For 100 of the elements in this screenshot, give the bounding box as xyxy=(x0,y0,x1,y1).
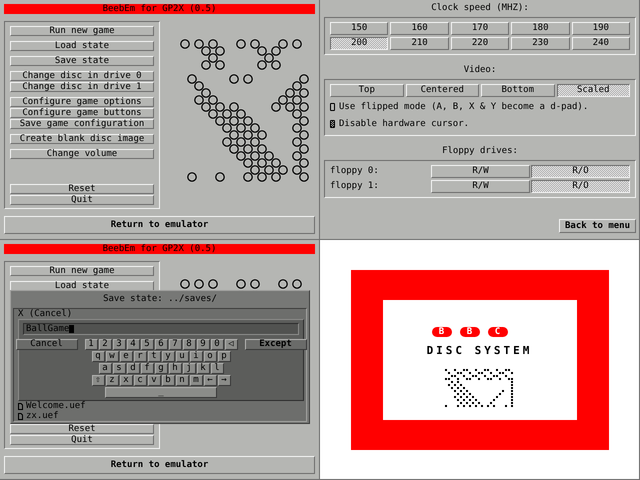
keyboard-key[interactable]: ⇧ xyxy=(92,375,104,386)
keyboard-key[interactable]: 5 xyxy=(140,339,154,350)
floppy-label: floppy 1: xyxy=(330,180,380,193)
accept-key[interactable]: Except xyxy=(244,339,306,350)
keyboard-key[interactable]: y xyxy=(162,351,174,362)
return-button[interactable]: Return to emulator xyxy=(4,216,315,234)
keyboard-key[interactable]: p xyxy=(218,351,230,362)
keyboard-key[interactable]: w xyxy=(106,351,118,362)
menu-button[interactable]: Load state xyxy=(10,281,154,291)
section-heading: Floppy drives: xyxy=(441,145,519,157)
keyboard-key[interactable]: s xyxy=(112,363,126,374)
clock-speed-option[interactable]: 220 xyxy=(450,37,510,50)
logo-letter: B xyxy=(460,326,480,336)
checkbox[interactable] xyxy=(330,102,335,110)
clock-speed-option[interactable]: 190 xyxy=(572,22,630,35)
floppy-mode-option[interactable]: R/O xyxy=(531,165,630,178)
checkbox-label: Use flipped mode (A, B, X & Y become a d-pad). xyxy=(339,102,588,112)
clock-speed-option[interactable]: 150 xyxy=(330,22,388,35)
floppy-mode-option[interactable]: R/W xyxy=(431,165,530,178)
keyboard-key[interactable]: 6 xyxy=(154,339,168,350)
keyboard-key[interactable]: h xyxy=(168,363,182,374)
cancel-key[interactable]: Cancel xyxy=(16,339,78,350)
menu-button[interactable]: Run new game xyxy=(10,266,154,276)
keyboard-key[interactable]: n xyxy=(176,375,188,386)
clock-speed-option[interactable]: 210 xyxy=(390,37,449,50)
keyboard-key[interactable]: a xyxy=(98,363,112,374)
text-cursor xyxy=(69,325,74,333)
menu-button[interactable]: Configure game buttons xyxy=(10,108,154,118)
keyboard-key[interactable]: i xyxy=(190,351,202,362)
keyboard-key[interactable]: → xyxy=(218,375,230,386)
title-bar: BeebEm for GP2X (0.5) xyxy=(4,4,315,14)
keyboard-key[interactable]: b xyxy=(162,375,174,386)
floppy-label: floppy 0: xyxy=(330,165,380,178)
boot-title: DISC SYSTEM xyxy=(426,344,532,356)
menu-button[interactable]: Create blank disc image xyxy=(10,134,154,144)
video-mode-option[interactable]: Centered xyxy=(406,84,479,97)
menu-button[interactable]: Reset xyxy=(10,424,154,434)
video-mode-option[interactable]: Top xyxy=(330,84,404,97)
checkbox-label: Disable hardware cursor. xyxy=(339,118,470,128)
keyboard-key[interactable]: x xyxy=(120,375,132,386)
space-key[interactable]: _ xyxy=(105,387,217,398)
keyboard-key[interactable]: 0 xyxy=(210,339,224,350)
keyboard-key[interactable]: k xyxy=(196,363,210,374)
video-mode-option[interactable]: Bottom xyxy=(481,84,554,97)
keyboard-key[interactable]: g xyxy=(154,363,168,374)
title-bar: BeebEm for GP2X (0.5) xyxy=(4,244,315,254)
clock-speed-option[interactable]: 160 xyxy=(390,22,449,35)
keyboard-key[interactable]: 7 xyxy=(168,339,182,350)
clock-speed-option[interactable]: 200 xyxy=(330,37,388,50)
menu-button[interactable]: Save game configuration xyxy=(10,119,154,129)
owl-dots-drawing xyxy=(444,368,514,408)
keyboard-key[interactable]: ◁ xyxy=(224,339,238,350)
keyboard-key[interactable]: z xyxy=(106,375,118,386)
back-button[interactable]: Back to menu xyxy=(559,219,636,233)
clock-speed-option[interactable]: 180 xyxy=(511,22,570,35)
dialog-title: Save state: ../saves/ xyxy=(102,293,218,306)
menu-button[interactable]: Change disc in drive 0 xyxy=(10,71,154,81)
keyboard-key[interactable]: l xyxy=(210,363,224,374)
keyboard-key[interactable]: ← xyxy=(204,375,216,386)
keyboard-key[interactable]: 8 xyxy=(182,339,196,350)
keyboard-key[interactable]: 2 xyxy=(98,339,112,350)
section-heading: Clock speed (MHZ): xyxy=(430,2,530,14)
menu-button[interactable]: Load state xyxy=(10,41,154,51)
menu-button[interactable]: Change disc in drive 1 xyxy=(10,82,154,92)
menu-button[interactable]: Change volume xyxy=(10,149,154,159)
menu-button[interactable]: Configure game options xyxy=(10,97,154,107)
return-button[interactable]: Return to emulator xyxy=(4,456,315,474)
menu-button[interactable]: Save state xyxy=(10,56,154,66)
keyboard-key[interactable]: f xyxy=(140,363,154,374)
file-item[interactable]: zx.uef xyxy=(18,411,302,421)
clock-speed-option[interactable]: 240 xyxy=(572,37,630,50)
clock-speed-option[interactable]: 230 xyxy=(511,37,570,50)
floppy-mode-option[interactable]: R/W xyxy=(431,180,530,193)
keyboard-key[interactable]: m xyxy=(190,375,202,386)
keyboard-key[interactable]: u xyxy=(176,351,188,362)
keyboard-key[interactable]: v xyxy=(148,375,160,386)
keyboard-key[interactable]: t xyxy=(148,351,160,362)
cancel-item[interactable]: X (Cancel) xyxy=(18,309,302,319)
file-item[interactable]: Welcome.uef xyxy=(18,401,302,411)
keyboard-key[interactable]: o xyxy=(204,351,216,362)
menu-button[interactable]: Reset xyxy=(10,184,154,194)
keyboard-key[interactable]: 1 xyxy=(84,339,98,350)
logo-letter: C xyxy=(488,326,508,336)
menu-button[interactable]: Quit xyxy=(10,435,154,445)
section-heading: Video: xyxy=(462,64,498,76)
keyboard-key[interactable]: 9 xyxy=(196,339,210,350)
keyboard-key[interactable]: c xyxy=(134,375,146,386)
keyboard-key[interactable]: 3 xyxy=(112,339,126,350)
menu-button[interactable]: Quit xyxy=(10,195,154,205)
floppy-mode-option[interactable]: R/O xyxy=(531,180,630,193)
keyboard-key[interactable]: q xyxy=(92,351,104,362)
keyboard-key[interactable]: 4 xyxy=(126,339,140,350)
keyboard-key[interactable]: e xyxy=(120,351,132,362)
menu-button[interactable]: Run new game xyxy=(10,26,154,36)
keyboard-key[interactable]: r xyxy=(134,351,146,362)
video-mode-option[interactable]: Scaled xyxy=(556,84,630,97)
clock-speed-option[interactable]: 170 xyxy=(450,22,510,35)
checkbox[interactable] xyxy=(330,120,335,128)
keyboard-key[interactable]: d xyxy=(126,363,140,374)
keyboard-key[interactable]: j xyxy=(182,363,196,374)
